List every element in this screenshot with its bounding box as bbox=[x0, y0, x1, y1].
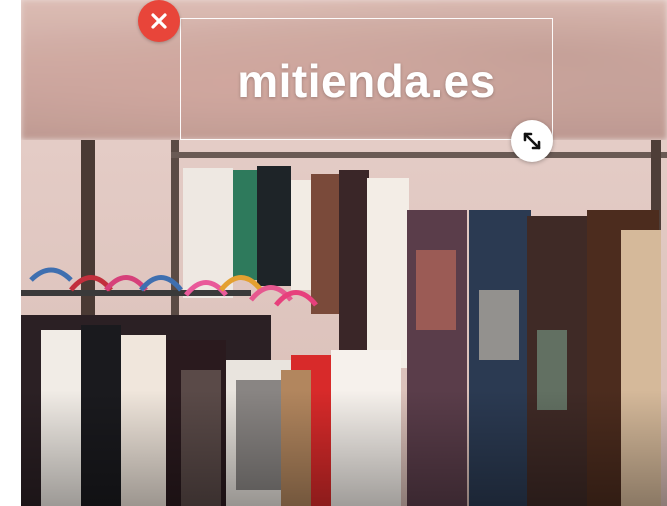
resize-diagonal-icon bbox=[523, 132, 541, 150]
clothing-rack-photo bbox=[21, 140, 667, 506]
resize-handle[interactable] bbox=[511, 120, 553, 162]
close-icon bbox=[151, 13, 167, 29]
background-photo: mitienda.es bbox=[21, 0, 667, 506]
text-overlay-box[interactable]: mitienda.es bbox=[180, 18, 553, 140]
delete-text-button[interactable] bbox=[138, 0, 180, 42]
editor-canvas: mitienda.es bbox=[0, 0, 667, 506]
overlay-text[interactable]: mitienda.es bbox=[237, 54, 496, 108]
